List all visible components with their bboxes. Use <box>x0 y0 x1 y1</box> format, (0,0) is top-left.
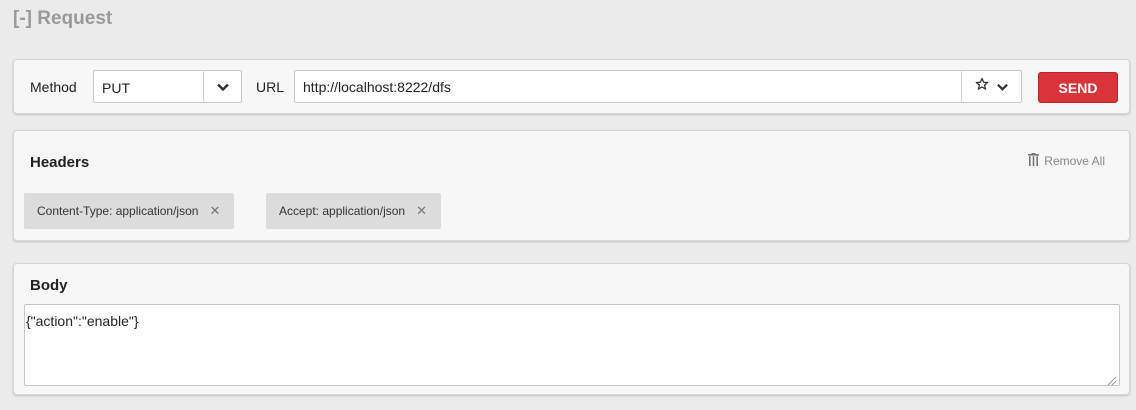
request-section-toggle[interactable]: [-] Request <box>13 8 112 30</box>
url-actions <box>961 71 1021 102</box>
header-chip: Content-Type: application/json ✕ <box>24 193 235 229</box>
header-chip-label: Accept: application/json <box>279 204 406 218</box>
header-chip-label: Content-Type: application/json <box>37 204 199 218</box>
close-icon[interactable]: ✕ <box>416 203 427 219</box>
body-textarea[interactable]: {"action":"enable"} <box>25 305 1119 385</box>
headers-title: Headers <box>30 154 90 171</box>
method-select[interactable]: PUT <box>93 70 242 103</box>
url-label: URL <box>256 79 285 95</box>
chevron-down-icon[interactable] <box>203 71 241 102</box>
body-panel: Body {"action":"enable"} <box>13 263 1130 395</box>
url-field <box>294 70 1022 103</box>
method-label: Method <box>30 79 77 95</box>
request-panel: Method PUT URL SEND <box>13 59 1130 114</box>
star-icon[interactable] <box>975 77 989 96</box>
trash-icon <box>1028 153 1040 169</box>
remove-all-label: Remove All <box>1044 154 1105 168</box>
remove-all-button[interactable]: Remove All <box>1028 153 1105 169</box>
close-icon[interactable]: ✕ <box>209 203 220 219</box>
url-input[interactable] <box>295 71 945 102</box>
send-button[interactable]: SEND <box>1038 72 1118 103</box>
body-title: Body <box>30 277 68 294</box>
resize-grip-icon[interactable] <box>1107 373 1117 386</box>
header-chip: Accept: application/json ✕ <box>266 193 441 229</box>
headers-panel: Headers Remove All Content-Type: applica… <box>13 130 1130 241</box>
body-textarea-wrapper: {"action":"enable"} <box>24 304 1120 386</box>
method-value: PUT <box>102 80 130 96</box>
chevron-down-icon[interactable] <box>997 78 1008 96</box>
